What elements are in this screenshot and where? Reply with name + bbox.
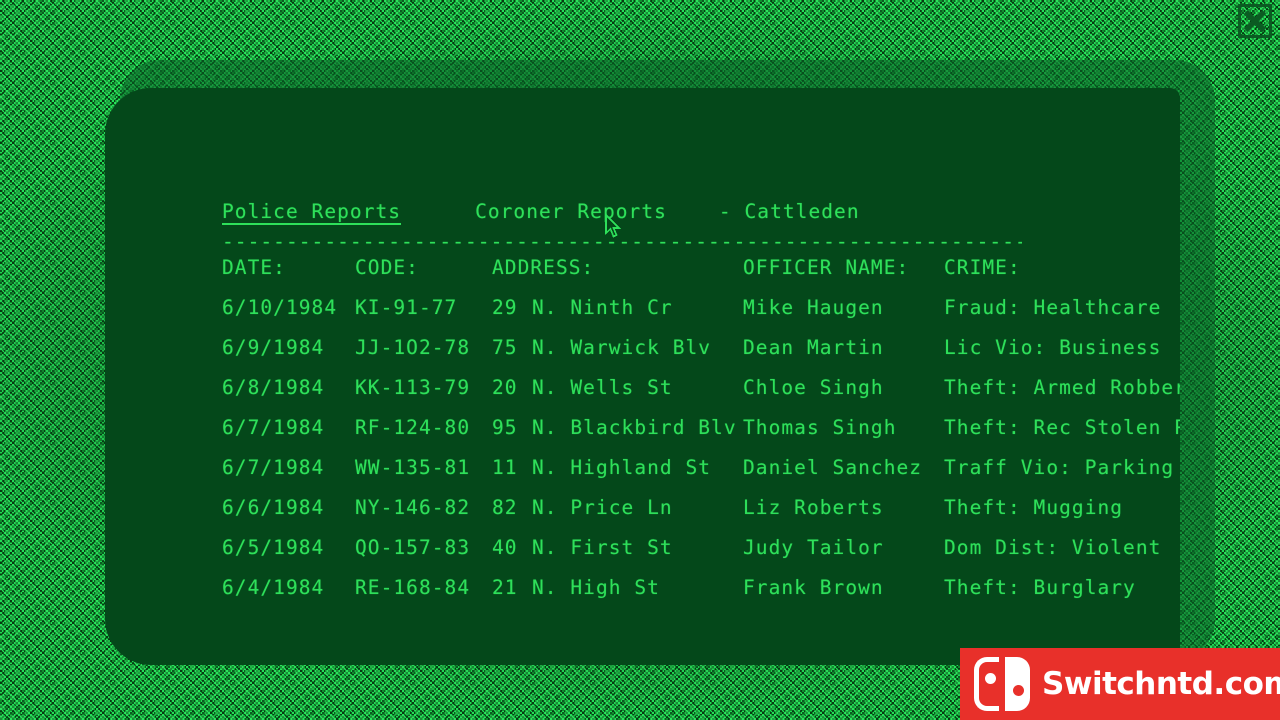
cell-date: 6/6/1984 bbox=[222, 496, 325, 519]
cell-officer: Thomas Singh bbox=[743, 416, 897, 439]
header-divider: ----------------------------------------… bbox=[222, 232, 1022, 252]
joycon-left-shape bbox=[974, 657, 999, 711]
location-label: - Cattleden bbox=[718, 200, 860, 223]
cell-address-street: N. Price Ln bbox=[532, 496, 673, 519]
cell-address-number: 95 bbox=[492, 416, 518, 439]
cell-address-street: N. Blackbird Blv bbox=[532, 416, 737, 439]
tab-bar: Police Reports Coroner Reports - Cattleden bbox=[222, 202, 860, 225]
column-header-crime: CRIME: bbox=[944, 256, 1021, 279]
table-row[interactable]: 6/4/1984 RE-168-84 21 N. High St Frank B… bbox=[222, 578, 1180, 618]
cell-code: RE-168-84 bbox=[355, 576, 471, 599]
cell-crime: Theft: Burglary bbox=[944, 576, 1136, 599]
table-row[interactable]: 6/8/1984 KK-113-79 20 N. Wells St Chloe … bbox=[222, 378, 1180, 418]
joycon-right-stick bbox=[1013, 685, 1024, 696]
table-row[interactable]: 6/9/1984 JJ-1O2-78 75 N. Warwick Blv Dea… bbox=[222, 338, 1180, 378]
cell-address-number: 21 bbox=[492, 576, 518, 599]
cell-crime: Fraud: Healthcare bbox=[944, 296, 1162, 319]
switch-logo-icon bbox=[974, 657, 1030, 711]
cell-officer: Daniel Sanchez bbox=[743, 456, 923, 479]
cell-date: 6/5/1984 bbox=[222, 536, 325, 559]
cell-officer: Chloe Singh bbox=[743, 376, 884, 399]
cell-officer: Liz Roberts bbox=[743, 496, 884, 519]
table-row[interactable]: 6/7/1984 RF-124-80 95 N. Blackbird Blv T… bbox=[222, 418, 1180, 458]
cell-date: 6/7/1984 bbox=[222, 456, 325, 479]
cell-crime: Traff Vio: Parking bbox=[944, 456, 1175, 479]
column-header-code: CODE: bbox=[355, 256, 419, 279]
column-header-officer: OFFICER NAME: bbox=[743, 256, 910, 279]
table-header-row: DATE: CODE: ADDRESS: OFFICER NAME: CRIME… bbox=[222, 258, 1180, 298]
report-panel-inner: Police Reports Coroner Reports - Cattleden… bbox=[105, 88, 1180, 665]
joycon-right-shape bbox=[1005, 657, 1030, 711]
joycon-left-stick bbox=[985, 673, 996, 684]
cell-date: 6/7/1984 bbox=[222, 416, 325, 439]
cell-address-number: 20 bbox=[492, 376, 518, 399]
cell-date: 6/8/1984 bbox=[222, 376, 325, 399]
cell-crime: Lic Vio: Business bbox=[944, 336, 1162, 359]
close-icon[interactable] bbox=[1238, 4, 1272, 38]
cell-date: 6/10/1984 bbox=[222, 296, 338, 319]
cell-crime: Theft: Rec Stolen Prop bbox=[944, 416, 1180, 439]
cell-code: JJ-1O2-78 bbox=[355, 336, 471, 359]
table-row[interactable]: 6/7/1984 WW-135-81 11 N. Highland St Dan… bbox=[222, 458, 1180, 498]
column-header-address: ADDRESS: bbox=[492, 256, 595, 279]
cell-code: WW-135-81 bbox=[355, 456, 471, 479]
table-row[interactable]: 6/5/1984 QO-157-83 40 N. First St Judy T… bbox=[222, 538, 1180, 578]
cell-address-street: N. First St bbox=[532, 536, 673, 559]
column-header-date: DATE: bbox=[222, 256, 286, 279]
table-row[interactable]: 6/6/1984 NY-146-82 82 N. Price Ln Liz Ro… bbox=[222, 498, 1180, 538]
game-screen: Police Reports Coroner Reports - Cattleden… bbox=[0, 0, 1280, 720]
cell-code: KI-91-77 bbox=[355, 296, 458, 319]
cell-officer: Judy Tailor bbox=[743, 536, 884, 559]
cell-address-street: N. Highland St bbox=[532, 456, 712, 479]
cell-code: QO-157-83 bbox=[355, 536, 471, 559]
cell-address-street: N. Ninth Cr bbox=[532, 296, 673, 319]
cell-address-street: N. Wells St bbox=[532, 376, 673, 399]
cell-address-street: N. Warwick Blv bbox=[532, 336, 712, 359]
watermark-banner: Switchntd.com bbox=[960, 648, 1280, 720]
cell-officer: Dean Martin bbox=[743, 336, 884, 359]
tab-police-reports[interactable]: Police Reports bbox=[222, 202, 402, 225]
cell-address-street: N. High St bbox=[532, 576, 660, 599]
tab-coroner-reports[interactable]: Coroner Reports bbox=[475, 202, 667, 222]
cell-address-number: 40 bbox=[492, 536, 518, 559]
cell-address-number: 75 bbox=[492, 336, 518, 359]
cell-address-number: 82 bbox=[492, 496, 518, 519]
cell-address-number: 11 bbox=[492, 456, 518, 479]
reports-table: DATE: CODE: ADDRESS: OFFICER NAME: CRIME… bbox=[222, 258, 1180, 618]
report-panel: Police Reports Coroner Reports - Cattleden… bbox=[105, 88, 1180, 665]
cell-crime: Theft: Mugging bbox=[944, 496, 1124, 519]
cell-officer: Mike Haugen bbox=[743, 296, 884, 319]
cell-officer: Frank Brown bbox=[743, 576, 884, 599]
cell-date: 6/4/1984 bbox=[222, 576, 325, 599]
cell-crime: Theft: Armed Robbery bbox=[944, 376, 1180, 399]
cell-code: KK-113-79 bbox=[355, 376, 471, 399]
watermark-text: Switchntd.com bbox=[1042, 666, 1280, 702]
cell-date: 6/9/1984 bbox=[222, 336, 325, 359]
cell-code: NY-146-82 bbox=[355, 496, 471, 519]
cell-crime: Dom Dist: Violent bbox=[944, 536, 1162, 559]
cell-address-number: 29 bbox=[492, 296, 518, 319]
cell-code: RF-124-80 bbox=[355, 416, 471, 439]
table-row[interactable]: 6/10/1984 KI-91-77 29 N. Ninth Cr Mike H… bbox=[222, 298, 1180, 338]
